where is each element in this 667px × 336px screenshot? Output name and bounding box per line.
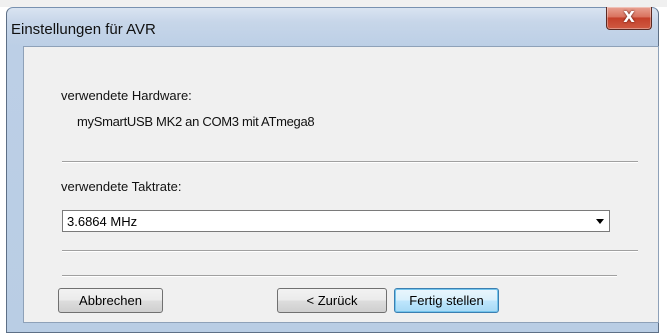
clock-rate-dropdown[interactable]: 3.6864 MHz — [62, 210, 610, 232]
finish-button[interactable]: Fertig stellen — [394, 288, 499, 313]
clock-rate-value: 3.6864 MHz — [67, 214, 138, 229]
back-button[interactable]: < Zurück — [277, 288, 387, 313]
cancel-button[interactable]: Abbrechen — [58, 288, 163, 313]
clock-rate-label: verwendete Taktrate: — [61, 179, 182, 194]
dialog-window: Einstellungen für AVR X verwendete Hardw… — [6, 7, 659, 333]
window-title: Einstellungen für AVR — [11, 21, 156, 38]
close-button[interactable]: X — [606, 7, 652, 30]
close-icon: X — [623, 8, 635, 26]
title-bar[interactable]: Einstellungen für AVR X — [7, 7, 658, 47]
separator-bottom — [62, 275, 617, 277]
screen-background — [0, 0, 667, 7]
hardware-label: verwendete Hardware: — [61, 88, 192, 103]
hardware-value: mySmartUSB MK2 an COM3 mit ATmega8 — [77, 114, 315, 129]
dialog-content: verwendete Hardware: mySmartUSB MK2 an C… — [23, 46, 659, 323]
separator-top — [62, 161, 638, 163]
separator-middle — [62, 250, 638, 252]
chevron-down-icon[interactable] — [596, 219, 604, 224]
